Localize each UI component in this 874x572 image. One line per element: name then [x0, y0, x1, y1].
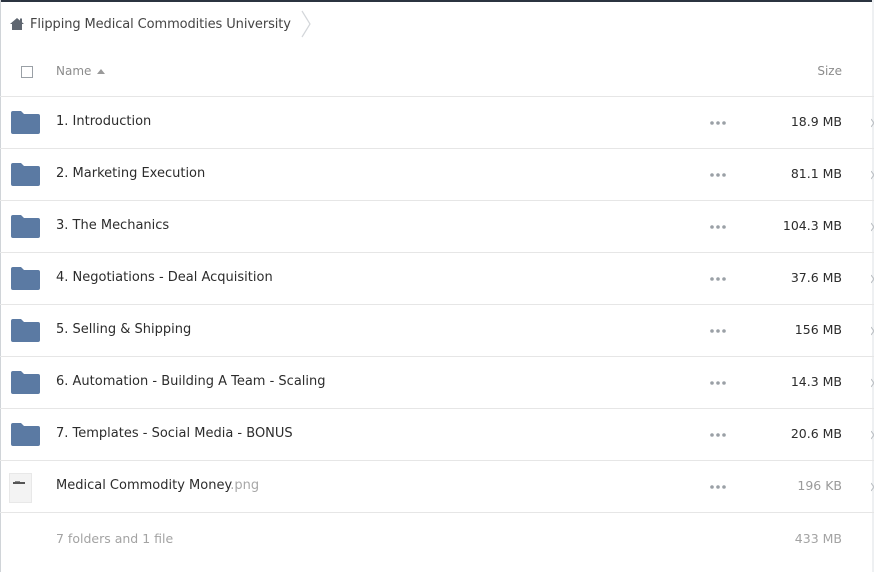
select-all-checkbox[interactable] — [21, 66, 33, 78]
more-options-icon[interactable] — [710, 224, 726, 230]
item-name[interactable]: 3. The Mechanics — [56, 218, 169, 233]
item-name-base: 4. Negotiations - Deal Acquisition — [56, 270, 273, 285]
folder-icon — [11, 423, 40, 446]
item-name-base: 5. Selling & Shipping — [56, 322, 192, 337]
file-row[interactable]: Medical Commodity Money.png 196 KB — [0, 461, 874, 513]
item-name[interactable]: 1. Introduction — [56, 114, 151, 129]
item-size: 37.6 MB — [790, 270, 842, 285]
item-name-base: 6. Automation - Building A Team - Scalin… — [56, 374, 326, 389]
more-options-icon[interactable] — [710, 484, 726, 490]
item-size: 20.6 MB — [790, 426, 842, 441]
file-list-footer: 7 folders and 1 file 433 MB — [0, 516, 874, 560]
folder-row[interactable]: 7. Templates - Social Media - BONUS 20.6 … — [0, 409, 874, 461]
item-size: 104.3 MB — [782, 218, 842, 233]
item-name-base: 3. The Mechanics — [56, 218, 170, 233]
file-list-header: Name Size — [0, 52, 874, 97]
item-name[interactable]: 6. Automation - Building A Team - Scalin… — [56, 374, 326, 389]
folder-row[interactable]: 1. Introduction 18.9 MB — [0, 97, 874, 149]
more-options-icon[interactable] — [710, 380, 726, 386]
more-options-icon[interactable] — [710, 120, 726, 126]
item-name[interactable]: 7. Templates - Social Media - BONUS — [56, 426, 293, 441]
file-list: 1. Introduction 18.9 MB 2. Marketing Execu… — [0, 97, 874, 513]
folder-icon — [11, 215, 40, 238]
item-size: 196 KB — [797, 478, 842, 493]
folder-row[interactable]: 5. Selling & Shipping 156 MB — [0, 305, 874, 357]
folder-row[interactable]: 3. The Mechanics 104.3 MB — [0, 201, 874, 253]
item-size: 14.3 MB — [790, 374, 842, 389]
home-icon[interactable] — [9, 16, 25, 32]
more-options-icon[interactable] — [710, 276, 726, 282]
folder-icon — [11, 267, 40, 290]
item-name[interactable]: 2. Marketing Execution — [56, 166, 205, 181]
item-name-base: Medical Commodity Money — [56, 478, 231, 493]
name-column-header[interactable]: Name — [56, 64, 106, 78]
image-thumbnail-icon — [9, 473, 32, 503]
total-size: 433 MB — [794, 531, 842, 546]
folder-icon — [11, 111, 40, 134]
item-name[interactable]: 4. Negotiations - Deal Acquisition — [56, 270, 273, 285]
item-name-base: 1. Introduction — [56, 114, 152, 129]
folder-icon — [11, 319, 40, 342]
folder-row[interactable]: 2. Marketing Execution 81.1 MB — [0, 149, 874, 201]
item-name-base: 2. Marketing Execution — [56, 166, 206, 181]
size-column-header[interactable]: Size — [817, 64, 842, 78]
item-name-base: 7. Templates - Social Media - BONUS — [56, 426, 293, 441]
item-size: 81.1 MB — [790, 166, 842, 181]
item-name[interactable]: Medical Commodity Money.png — [56, 478, 259, 493]
item-size: 156 MB — [794, 322, 842, 337]
thumbnail-detail — [13, 482, 25, 484]
more-options-icon[interactable] — [710, 172, 726, 178]
breadcrumb-current-folder[interactable]: Flipping Medical Commodities University — [30, 17, 291, 32]
window-top-border — [0, 0, 874, 2]
folder-row[interactable]: 6. Automation - Building A Team - Scalin… — [0, 357, 874, 409]
item-size: 18.9 MB — [790, 114, 842, 129]
folder-row[interactable]: 4. Negotiations - Deal Acquisition 37.6 M… — [0, 253, 874, 305]
folder-icon — [11, 371, 40, 394]
item-extension: .png — [230, 478, 260, 493]
breadcrumb: Flipping Medical Commodities University — [9, 10, 313, 38]
sort-ascending-icon — [97, 68, 106, 74]
more-options-icon[interactable] — [710, 328, 726, 334]
more-options-icon[interactable] — [710, 432, 726, 438]
breadcrumb-chevron-icon — [301, 10, 311, 38]
name-column-label: Name — [56, 64, 92, 78]
items-summary: 7 folders and 1 file — [56, 531, 174, 546]
item-name[interactable]: 5. Selling & Shipping — [56, 322, 191, 337]
folder-icon — [11, 163, 40, 186]
